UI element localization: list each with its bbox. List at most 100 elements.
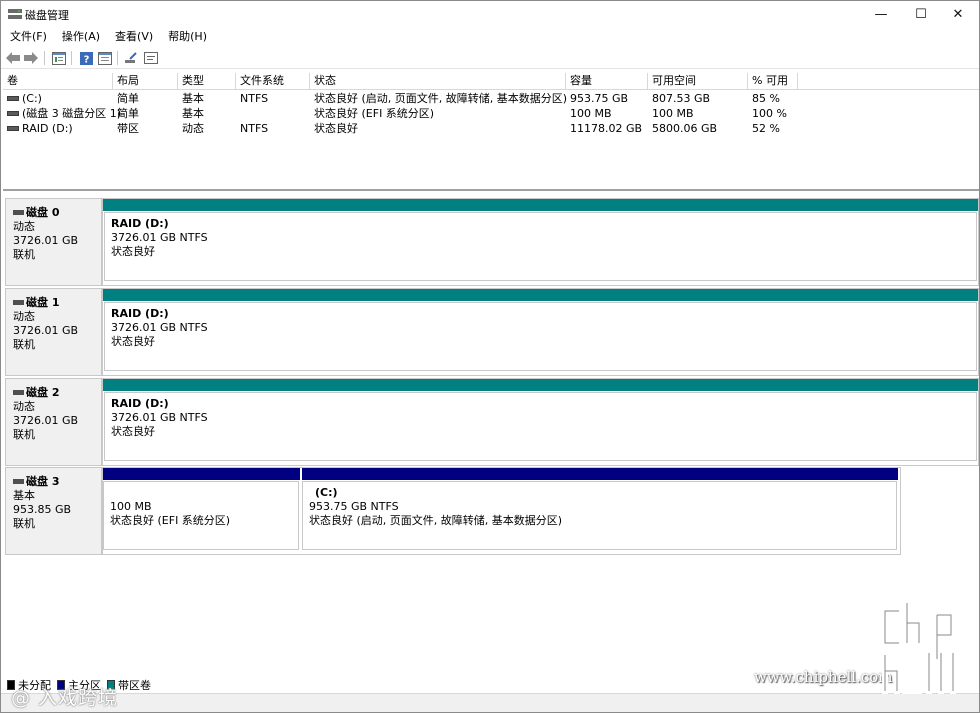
- disk-graphical-view: 磁盘 0 动态 3726.01 GB 联机 RAID (D:) 3726.01 …: [3, 194, 979, 674]
- striped-volume-bar: [103, 289, 978, 301]
- type-cell: 动态: [182, 122, 204, 135]
- disk-size: 3726.01 GB: [13, 324, 79, 337]
- disk-2-label[interactable]: 磁盘 2 动态 3726.01 GB 联机: [5, 378, 102, 466]
- disk-type: 基本: [13, 489, 35, 502]
- volume-list-header: 卷 布局 类型 文件系统 状态 容量 可用空间 % 可用: [3, 73, 979, 90]
- partition-name: (C:): [315, 486, 338, 499]
- partition-name: RAID (D:): [111, 307, 169, 320]
- disk-name: 磁盘 1: [13, 296, 101, 310]
- partition[interactable]: RAID (D:) 3726.01 GB NTFS 状态良好: [103, 379, 978, 465]
- status-cell: 状态良好: [314, 122, 358, 135]
- column-header-type[interactable]: 类型: [178, 73, 236, 90]
- toolbar: ?: [1, 47, 979, 69]
- partition-status: 状态良好 (EFI 系统分区): [110, 514, 231, 527]
- layout-cell: 带区: [117, 122, 139, 135]
- drive-icon: [7, 110, 19, 116]
- disk-name-text: 磁盘 1: [26, 296, 60, 309]
- status-bar: [1, 693, 979, 712]
- partition-body: 100 MB 状态良好 (EFI 系统分区): [103, 481, 299, 550]
- disk-size: 3726.01 GB: [13, 234, 79, 247]
- disk-type: 动态: [13, 310, 35, 323]
- disk-1-label[interactable]: 磁盘 1 动态 3726.01 GB 联机: [5, 288, 102, 376]
- disk-0-label[interactable]: 磁盘 0 动态 3726.01 GB 联机: [5, 198, 102, 286]
- forward-button[interactable]: [23, 50, 39, 66]
- view-button[interactable]: [97, 50, 113, 66]
- disk-name-text: 磁盘 3: [26, 475, 60, 488]
- disk-size: 3726.01 GB: [13, 414, 79, 427]
- close-icon: ✕: [952, 6, 964, 22]
- column-header-status[interactable]: 状态: [310, 73, 566, 90]
- partition[interactable]: RAID (D:) 3726.01 GB NTFS 状态良好: [103, 199, 978, 285]
- filesystem-cell: [236, 106, 240, 121]
- partition-name: RAID (D:): [111, 217, 169, 230]
- disk-status: 联机: [13, 517, 35, 530]
- column-header-capacity[interactable]: 容量: [566, 73, 648, 90]
- layout-cell: 简单: [117, 107, 139, 120]
- disk-3-partitions: 100 MB 状态良好 (EFI 系统分区) (C:) 953.75 GB NT…: [102, 467, 901, 555]
- striped-volume-bar: [103, 379, 978, 391]
- partition-body: RAID (D:) 3726.01 GB NTFS 状态良好: [104, 212, 977, 281]
- volume-name: RAID (D:): [22, 122, 73, 135]
- disk-type: 动态: [13, 400, 35, 413]
- disk-3-label[interactable]: 磁盘 3 基本 953.85 GB 联机: [5, 467, 102, 555]
- help-icon: ?: [79, 51, 93, 65]
- free-space-cell: 5800.06 GB: [652, 122, 718, 135]
- properties-button[interactable]: [51, 50, 67, 66]
- column-header-layout[interactable]: 布局: [113, 73, 178, 90]
- back-button[interactable]: [5, 50, 21, 66]
- partition[interactable]: RAID (D:) 3726.01 GB NTFS 状态良好: [103, 289, 978, 375]
- type-cell: 基本: [182, 92, 204, 105]
- table-row[interactable]: (C:) 简单 基本 NTFS 状态良好 (启动, 页面文件, 故障转储, 基本…: [3, 91, 979, 106]
- close-button[interactable]: ✕: [936, 1, 979, 27]
- disk-management-icon: [8, 9, 22, 19]
- watermark-text: @ 入戏跨境: [11, 687, 119, 709]
- rescan-button[interactable]: [123, 50, 139, 66]
- drive-icon: [7, 125, 19, 131]
- volume-list: 卷 布局 类型 文件系统 状态 容量 可用空间 % 可用 (C:) 简单 基本 …: [3, 73, 979, 191]
- chiphell-logo-icon: [882, 600, 956, 694]
- column-header-free-space[interactable]: 可用空间: [648, 73, 748, 90]
- watermark-url: www.chiphell.com: [754, 668, 893, 686]
- disk-management-window: 磁盘管理 — ☐ ✕ 文件(F) 操作(A) 查看(V) 帮助(H) ? 卷 布…: [0, 0, 980, 713]
- disk-status: 联机: [13, 428, 35, 441]
- disk-size: 953.85 GB: [13, 503, 72, 516]
- disk-icon: [13, 299, 24, 305]
- filesystem-cell: NTFS: [240, 122, 269, 135]
- help-button[interactable]: ?: [78, 50, 94, 66]
- menu-action[interactable]: 操作(A): [53, 29, 106, 47]
- column-header-percent-free[interactable]: % 可用: [748, 73, 798, 90]
- back-icon: [6, 52, 20, 64]
- primary-partition-bar: [103, 468, 300, 480]
- column-header-filesystem[interactable]: 文件系统: [236, 73, 310, 90]
- free-space-cell: 807.53 GB: [652, 92, 711, 105]
- volume-name: (C:): [22, 92, 42, 105]
- volume-name: (磁盘 3 磁盘分区 1): [22, 107, 122, 120]
- disk-name-text: 磁盘 2: [26, 386, 60, 399]
- menu-help[interactable]: 帮助(H): [159, 29, 213, 47]
- partition-status: 状态良好: [111, 335, 155, 348]
- table-row[interactable]: RAID (D:) 带区 动态 NTFS 状态良好 11178.02 GB 58…: [3, 121, 979, 136]
- drive-icon: [7, 95, 19, 101]
- volume-cell: (磁盘 3 磁盘分区 1): [3, 106, 121, 121]
- settings-button[interactable]: [143, 50, 159, 66]
- partition-name: RAID (D:): [111, 397, 169, 410]
- disk-name: 磁盘 2: [13, 386, 101, 400]
- menu-file[interactable]: 文件(F): [1, 29, 53, 47]
- volume-cell: (C:): [3, 91, 42, 106]
- percent-free-cell: 52 %: [752, 122, 780, 135]
- partition-body: (C:) 953.75 GB NTFS 状态良好 (启动, 页面文件, 故障转储…: [302, 481, 897, 550]
- window-title: 磁盘管理: [25, 9, 69, 22]
- partition-c[interactable]: (C:) 953.75 GB NTFS 状态良好 (启动, 页面文件, 故障转储…: [302, 468, 898, 554]
- volume-cell: RAID (D:): [3, 121, 73, 136]
- menu-view[interactable]: 查看(V): [106, 29, 159, 47]
- partition-efi[interactable]: 100 MB 状态良好 (EFI 系统分区): [103, 468, 300, 554]
- primary-partition-bar: [302, 468, 898, 480]
- disk-icon: [13, 478, 24, 484]
- partition-status: 状态良好: [111, 425, 155, 438]
- filesystem-cell: NTFS: [240, 92, 269, 105]
- column-header-volume[interactable]: 卷: [3, 73, 113, 90]
- minimize-button[interactable]: —: [859, 1, 903, 27]
- table-row[interactable]: (磁盘 3 磁盘分区 1) 简单 基本 状态良好 (EFI 系统分区) 100 …: [3, 106, 979, 121]
- settings-icon: [144, 52, 158, 64]
- disk-status: 联机: [13, 338, 35, 351]
